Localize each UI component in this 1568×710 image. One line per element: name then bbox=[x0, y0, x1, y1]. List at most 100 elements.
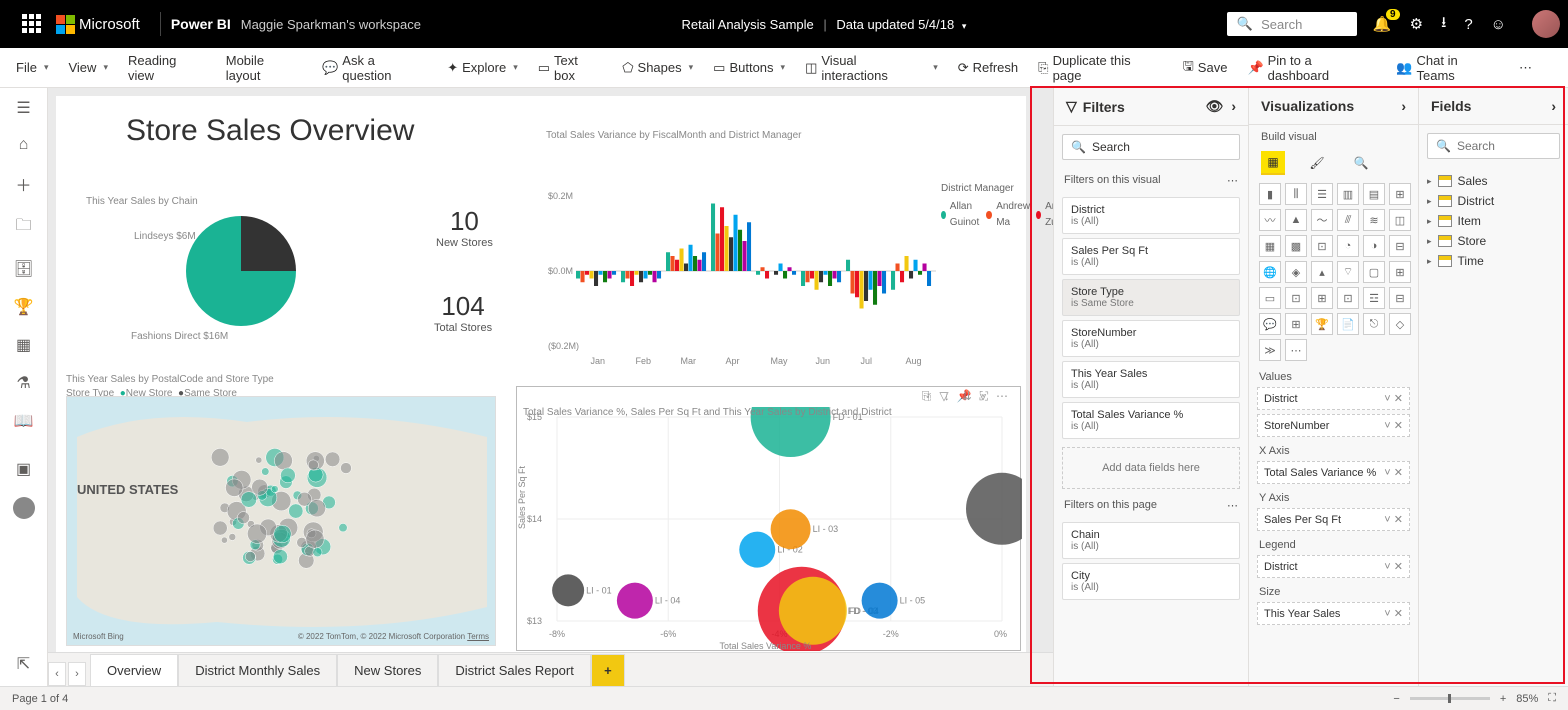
size-well[interactable]: This Year Sales˅ ✕ bbox=[1257, 602, 1410, 625]
buttons-button[interactable]: ▭ Buttons bbox=[713, 60, 785, 76]
tab-overview[interactable]: Overview bbox=[90, 654, 178, 686]
field-table-store[interactable]: ▸Store bbox=[1427, 231, 1560, 251]
home-icon[interactable]: ⌂ bbox=[19, 136, 29, 154]
viz-type-icon[interactable]: ⊟ bbox=[1389, 287, 1411, 309]
viz-type-icon[interactable]: ◇ bbox=[1389, 313, 1411, 335]
viz-type-icon[interactable]: 🌐 bbox=[1259, 261, 1281, 283]
viz-type-icon[interactable]: ▲ bbox=[1285, 209, 1307, 231]
browse-icon[interactable]: 🗀 bbox=[15, 214, 31, 241]
map-terms-link[interactable]: Terms bbox=[467, 632, 489, 641]
kpi-new-stores[interactable]: 10 New Stores bbox=[436, 206, 493, 249]
collapse-filters-icon[interactable]: › bbox=[1231, 98, 1236, 114]
viz-type-icon[interactable]: ⊡ bbox=[1311, 235, 1333, 257]
create-icon[interactable]: ＋ bbox=[15, 172, 31, 196]
filters-visual-more[interactable]: ⋯ bbox=[1227, 174, 1238, 187]
legend-item[interactable]: Allan Guinot bbox=[941, 199, 982, 231]
field-table-item[interactable]: ▸Item bbox=[1427, 211, 1560, 231]
file-menu[interactable]: File bbox=[16, 60, 48, 75]
fields-search[interactable]: 🔍 bbox=[1427, 133, 1560, 159]
view-hidden-icon[interactable]: 👁 bbox=[1206, 98, 1224, 114]
viz-type-icon[interactable]: 💬 bbox=[1259, 313, 1281, 335]
drill-up-icon[interactable]: ↑ bbox=[926, 389, 932, 403]
fit-page-icon[interactable]: ⛶ bbox=[1548, 692, 1556, 705]
visual-interactions-button[interactable]: ◫ Visual interactions bbox=[805, 53, 938, 83]
add-filter-drop[interactable]: Add data fields here bbox=[1062, 447, 1240, 489]
expand-rail-icon[interactable]: ⇱ bbox=[17, 654, 30, 674]
next-page-button[interactable]: › bbox=[68, 662, 86, 686]
viz-type-icon[interactable]: ◫ bbox=[1389, 209, 1411, 231]
deploy-icon[interactable]: ⚗ bbox=[16, 373, 30, 393]
filter-card-chain[interactable]: Chainis (All) bbox=[1062, 522, 1240, 559]
yaxis-well[interactable]: Sales Per Sq Ft˅ ✕ bbox=[1257, 508, 1410, 531]
learn-icon[interactable]: 📖 bbox=[14, 411, 34, 431]
zoom-in-button[interactable]: + bbox=[1500, 693, 1506, 705]
values-well-district[interactable]: District˅ ✕ bbox=[1257, 387, 1410, 410]
viz-type-icon[interactable]: 🏆 bbox=[1311, 313, 1333, 335]
drill-down-icon[interactable]: ↓ bbox=[944, 389, 950, 403]
filter-card-this-year-sales[interactable]: This Year Salesis (All) bbox=[1062, 361, 1240, 398]
reading-view-button[interactable]: Reading view bbox=[128, 53, 206, 83]
add-page-button[interactable]: + bbox=[591, 654, 625, 686]
field-table-district[interactable]: ▸District bbox=[1427, 191, 1560, 211]
viz-type-icon[interactable]: ⊞ bbox=[1389, 261, 1411, 283]
viz-type-icon[interactable]: ⌔ bbox=[1337, 261, 1359, 283]
viz-type-icon[interactable]: ⫼ bbox=[1285, 183, 1307, 205]
view-menu[interactable]: View bbox=[68, 60, 107, 75]
viz-type-icon[interactable]: ⊞ bbox=[1285, 313, 1307, 335]
viz-type-icon[interactable]: 📄 bbox=[1337, 313, 1359, 335]
app-launcher-icon[interactable] bbox=[22, 14, 42, 34]
viz-type-icon[interactable]: ☲ bbox=[1363, 287, 1385, 309]
workspace-label[interactable]: Maggie Sparkman's workspace bbox=[241, 17, 421, 32]
xaxis-well[interactable]: Total Sales Variance %˅ ✕ bbox=[1257, 461, 1410, 484]
user-avatar[interactable] bbox=[1532, 10, 1560, 38]
filters-page-more[interactable]: ⋯ bbox=[1227, 499, 1238, 512]
more-button[interactable]: ⋯ bbox=[1519, 60, 1532, 76]
map-visual[interactable]: UNITED STATES Microsoft Bing © 2022 TomT… bbox=[66, 396, 496, 646]
viz-type-icon[interactable]: ◔ bbox=[1337, 235, 1359, 257]
viz-type-icon[interactable]: ☰ bbox=[1311, 183, 1333, 205]
values-well-storenumber[interactable]: StoreNumber˅ ✕ bbox=[1257, 414, 1410, 437]
filter-card-city[interactable]: Cityis (All) bbox=[1062, 563, 1240, 600]
report-canvas[interactable]: Store Sales Overview This Year Sales by … bbox=[56, 96, 1026, 656]
textbox-button[interactable]: ▭ Text box bbox=[538, 53, 603, 83]
viz-type-icon[interactable]: ◈ bbox=[1285, 261, 1307, 283]
format-visual-tab[interactable]: 🖌 bbox=[1305, 151, 1329, 175]
duplicate-page-button[interactable]: ⎘ Duplicate this page bbox=[1038, 53, 1163, 83]
legend-item[interactable]: Annelie Zubar bbox=[1036, 199, 1053, 231]
viz-type-icon[interactable]: ▦ bbox=[1259, 235, 1281, 257]
field-table-time[interactable]: ▸Time bbox=[1427, 251, 1560, 271]
viz-type-icon[interactable]: ⫻ bbox=[1337, 209, 1359, 231]
viz-type-icon[interactable]: ▴ bbox=[1311, 261, 1333, 283]
pin-dashboard-button[interactable]: 📌 Pin to a dashboard bbox=[1247, 53, 1376, 83]
drill-hierarchy-icon[interactable]: ⩔ bbox=[980, 389, 987, 404]
viz-type-icon[interactable]: ▥ bbox=[1337, 183, 1359, 205]
menu-icon[interactable]: ☰ bbox=[16, 98, 30, 118]
viz-type-icon[interactable]: ▩ bbox=[1285, 235, 1307, 257]
metrics-icon[interactable]: 🏆 bbox=[14, 297, 34, 317]
tab-district-sales-report[interactable]: District Sales Report bbox=[438, 654, 590, 686]
my-workspace-icon[interactable] bbox=[13, 497, 35, 519]
filter-search[interactable]: 🔍 Search bbox=[1062, 134, 1240, 160]
viz-type-icon[interactable]: ≫ bbox=[1259, 339, 1281, 361]
viz-type-icon[interactable]: ≋ bbox=[1363, 209, 1385, 231]
refresh-button[interactable]: ⟳ Refresh bbox=[958, 60, 1018, 76]
zoom-out-button[interactable]: − bbox=[1393, 693, 1399, 705]
expand-icon[interactable]: ⇊ bbox=[962, 389, 972, 403]
legend-item[interactable]: Andrew Ma bbox=[986, 199, 1032, 231]
collapse-fields-icon[interactable]: › bbox=[1551, 98, 1556, 114]
analytics-tab[interactable]: 🔍 bbox=[1349, 151, 1373, 175]
viz-type-icon[interactable]: ⊟ bbox=[1389, 235, 1411, 257]
viz-type-icon[interactable]: ⊞ bbox=[1311, 287, 1333, 309]
build-visual-tab[interactable]: ▦ bbox=[1261, 151, 1285, 175]
notifications-icon[interactable]: 🔔9 bbox=[1373, 15, 1392, 33]
download-icon[interactable]: ⭳ bbox=[1441, 12, 1446, 37]
viz-type-icon[interactable]: ⎋ bbox=[1363, 313, 1385, 335]
bar-chart-visual[interactable]: $0.2M$0.0M($0.2M)JanFebMarAprMayJunJulAu… bbox=[546, 166, 936, 376]
help-icon[interactable]: ? bbox=[1464, 16, 1472, 33]
product-label[interactable]: Power BI bbox=[171, 16, 231, 32]
viz-type-icon[interactable]: ⊡ bbox=[1337, 287, 1359, 309]
collapse-viz-icon[interactable]: › bbox=[1401, 98, 1406, 114]
viz-type-icon[interactable]: ▮ bbox=[1259, 183, 1281, 205]
viz-type-icon[interactable]: 〰 bbox=[1259, 209, 1281, 231]
report-breadcrumb[interactable]: Retail Analysis Sample | Data updated 5/… bbox=[421, 17, 1227, 32]
